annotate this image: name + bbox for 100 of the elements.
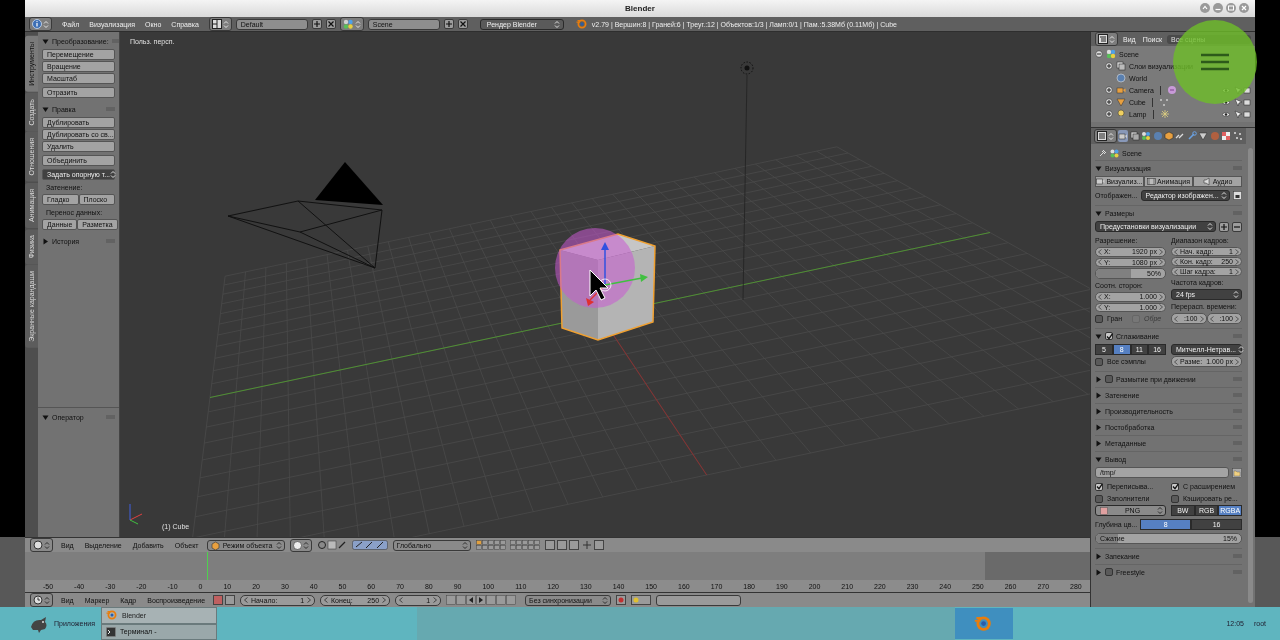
checkmark-icon bbox=[1171, 483, 1179, 490]
layer-grid[interactable] bbox=[475, 540, 540, 550]
collapsed-triangle-icon[interactable] bbox=[1095, 391, 1102, 399]
close-icon[interactable] bbox=[325, 19, 336, 29]
context-tab[interactable] bbox=[1118, 130, 1129, 142]
collapsed-triangle-icon[interactable] bbox=[1095, 423, 1102, 431]
light-data-icon bbox=[1159, 109, 1170, 119]
blender-logo-icon bbox=[105, 609, 118, 622]
context-tab[interactable] bbox=[1129, 130, 1140, 142]
transform-gizmo[interactable] bbox=[586, 242, 648, 306]
up-down-arrows-icon bbox=[110, 170, 117, 179]
triangle-icon bbox=[1198, 131, 1209, 141]
up-down-arrows-icon bbox=[43, 19, 49, 29]
editor-type-button[interactable] bbox=[30, 538, 53, 552]
context-tab[interactable] bbox=[1198, 130, 1209, 142]
range-icons[interactable] bbox=[213, 595, 236, 605]
expanded-triangle-icon[interactable] bbox=[1095, 332, 1102, 340]
expand-icon[interactable] bbox=[1105, 98, 1113, 106]
checkbox[interactable] bbox=[1095, 482, 1103, 491]
up-down-arrows-icon bbox=[553, 19, 560, 29]
plus-icon[interactable] bbox=[1219, 221, 1229, 232]
checkbox[interactable] bbox=[1105, 332, 1113, 340]
layers-icon bbox=[1129, 131, 1140, 141]
checkbox[interactable] bbox=[1105, 375, 1113, 383]
expand-icon[interactable] bbox=[1105, 86, 1113, 94]
restrict-icons[interactable] bbox=[1221, 109, 1251, 119]
info-icon bbox=[32, 19, 42, 29]
collapsed-triangle-icon[interactable] bbox=[1095, 568, 1102, 576]
up-down-arrows-icon bbox=[44, 595, 50, 605]
restore-icon[interactable] bbox=[1226, 3, 1236, 13]
expanded-triangle-icon[interactable] bbox=[42, 413, 49, 421]
wrench-icon bbox=[1186, 131, 1197, 141]
collapse-icon[interactable] bbox=[1095, 50, 1103, 58]
expanded-triangle-icon[interactable] bbox=[1095, 209, 1102, 217]
minimize-icon[interactable] bbox=[1213, 3, 1223, 13]
minus-icon[interactable] bbox=[1232, 221, 1242, 232]
context-tab[interactable] bbox=[1232, 130, 1243, 142]
vertices-icon bbox=[1158, 97, 1169, 107]
expanded-triangle-icon[interactable] bbox=[1095, 455, 1102, 463]
collapsed-triangle-icon[interactable] bbox=[1095, 552, 1102, 560]
vertical-scrollbar[interactable] bbox=[1248, 148, 1253, 603]
checkbox[interactable] bbox=[1095, 494, 1103, 503]
layout-button[interactable] bbox=[208, 17, 232, 31]
menu-icon[interactable] bbox=[1200, 52, 1230, 72]
keying-set-field[interactable] bbox=[656, 594, 742, 606]
expanded-triangle-icon[interactable] bbox=[42, 37, 49, 45]
up-down-arrows-icon bbox=[602, 595, 609, 605]
image-icon bbox=[1100, 506, 1108, 515]
link-icon bbox=[1175, 131, 1186, 141]
manipulator-icons[interactable] bbox=[351, 540, 388, 550]
checkbox[interactable] bbox=[1171, 494, 1179, 503]
editor-type-button[interactable] bbox=[1095, 32, 1118, 46]
checkbox[interactable] bbox=[1095, 357, 1103, 366]
layers-icon bbox=[1116, 61, 1126, 71]
context-tab[interactable] bbox=[1221, 130, 1232, 142]
collapsed-triangle-icon[interactable] bbox=[42, 237, 49, 245]
context-tab[interactable] bbox=[1186, 130, 1198, 142]
scene-icon bbox=[1106, 49, 1116, 59]
checkbox[interactable] bbox=[1171, 482, 1179, 491]
expand-icon[interactable] bbox=[1105, 110, 1113, 118]
scene-icon bbox=[342, 19, 354, 29]
collapsed-triangle-icon[interactable] bbox=[1095, 439, 1102, 447]
dots-icon bbox=[1232, 131, 1243, 141]
up-down-arrows-icon bbox=[461, 540, 468, 550]
context-tab[interactable] bbox=[1140, 130, 1152, 142]
mouse-cursor-icon bbox=[589, 269, 609, 301]
up-down-arrows-icon bbox=[1108, 131, 1114, 141]
collapsed-triangle-icon[interactable] bbox=[1095, 407, 1102, 415]
context-tab[interactable] bbox=[1163, 130, 1175, 142]
camera-icon bbox=[1116, 85, 1126, 95]
expanded-triangle-icon[interactable] bbox=[1095, 164, 1102, 172]
checkbox[interactable] bbox=[1105, 568, 1113, 576]
plus-icon[interactable] bbox=[311, 19, 322, 29]
folder-icon[interactable] bbox=[1232, 467, 1242, 478]
keying-icons[interactable] bbox=[631, 595, 652, 605]
record-icon[interactable] bbox=[616, 595, 627, 605]
snap-icons[interactable] bbox=[544, 540, 605, 550]
editor-type-button[interactable] bbox=[30, 593, 53, 607]
scene-icon bbox=[1141, 131, 1152, 141]
shading-button[interactable] bbox=[289, 538, 312, 552]
up-down-arrows-icon bbox=[1238, 345, 1245, 354]
cube-drawing[interactable] bbox=[559, 233, 656, 341]
collapsed-triangle-icon[interactable] bbox=[1095, 375, 1102, 383]
checkbox[interactable] bbox=[1095, 314, 1103, 323]
plus-icon[interactable] bbox=[443, 19, 454, 29]
editor-type-button[interactable] bbox=[29, 17, 52, 31]
maximize-up-icon[interactable] bbox=[1200, 3, 1210, 13]
up-down-arrows-icon bbox=[302, 540, 309, 550]
lock-icon[interactable] bbox=[1233, 191, 1242, 200]
close-icon[interactable] bbox=[457, 19, 468, 29]
editor-type-button[interactable] bbox=[1094, 129, 1117, 143]
layout-icon bbox=[211, 19, 222, 29]
pin-icon[interactable] bbox=[1099, 149, 1107, 157]
expanded-triangle-icon[interactable] bbox=[42, 105, 49, 113]
window-title: Blender bbox=[625, 4, 655, 13]
restrict-icons[interactable] bbox=[1221, 97, 1251, 107]
speaker-icon bbox=[1202, 177, 1212, 186]
scene-button[interactable] bbox=[339, 17, 364, 31]
expand-icon[interactable] bbox=[1105, 62, 1113, 70]
pivot-icons[interactable] bbox=[316, 540, 347, 550]
